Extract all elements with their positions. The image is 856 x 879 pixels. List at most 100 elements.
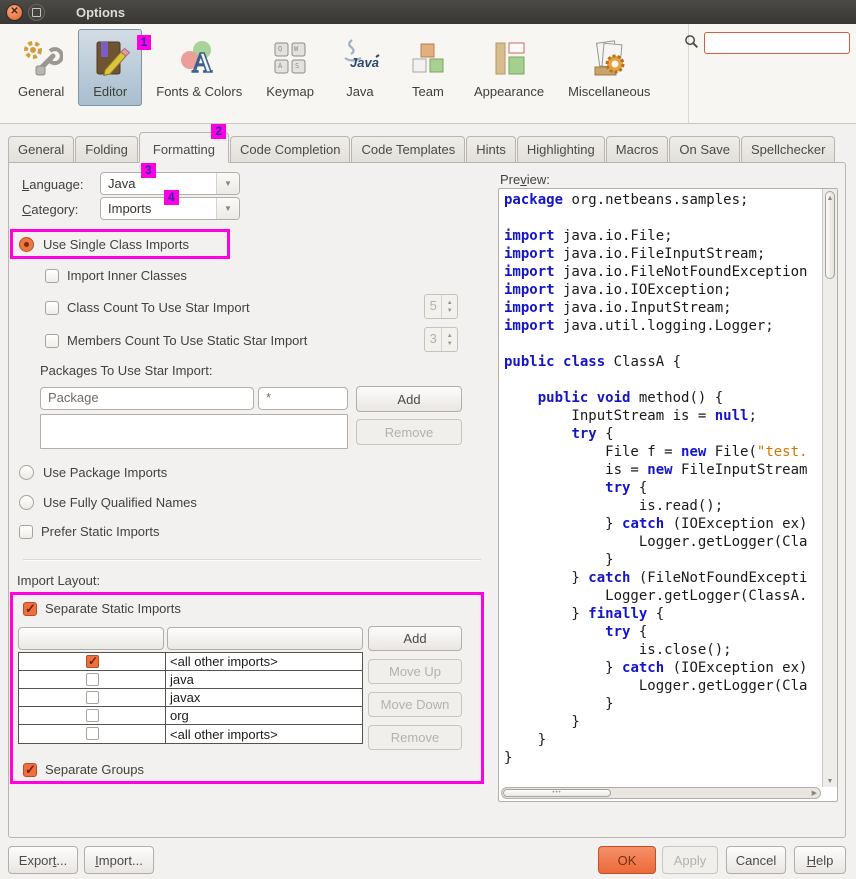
help-button[interactable]: Help <box>794 846 846 874</box>
prefer-static-imports-checkbox[interactable] <box>19 525 33 539</box>
code-line: import java.util.logging.Logger; <box>504 317 821 335</box>
code-line: import java.io.FileInputStream; <box>504 245 821 263</box>
table-row[interactable]: org <box>19 707 362 725</box>
preview-editor[interactable]: package org.netbeans.samples;import java… <box>498 188 838 802</box>
use-fully-qualified-names-radio[interactable] <box>19 495 34 510</box>
annotation-badge-1: 1 <box>137 35 152 50</box>
ok-button[interactable]: OK <box>598 846 656 874</box>
star-import-list[interactable] <box>40 414 348 449</box>
code-line: Logger.getLogger(Cla <box>504 677 821 695</box>
members-count-static-star-checkbox[interactable] <box>45 334 59 348</box>
code-line: import java.io.InputStream; <box>504 299 821 317</box>
use-single-class-imports-label: Use Single Class Imports <box>43 237 189 252</box>
spinner-arrows-icon[interactable]: ▲▼ <box>441 328 457 351</box>
members-count-static-star-label: Members Count To Use Static Star Import <box>67 333 307 348</box>
toolbar-item-label: Editor <box>93 84 127 99</box>
tab-code-templates[interactable]: Code Templates <box>351 136 465 162</box>
window-title: Options <box>76 5 125 20</box>
horizontal-scrollbar[interactable]: ••• ▶ <box>501 787 821 799</box>
row-static-checkbox[interactable] <box>86 727 99 740</box>
remove-layout-button[interactable]: Remove <box>368 725 462 750</box>
tab-label: Spellchecker <box>751 142 825 157</box>
separate-static-imports-checkbox[interactable] <box>23 602 37 616</box>
scroll-down-icon[interactable]: ▼ <box>823 778 837 785</box>
tab-folding[interactable]: Folding <box>75 136 138 162</box>
class-count-star-import-checkbox[interactable] <box>45 301 59 315</box>
add-layout-button[interactable]: Add <box>368 626 462 651</box>
tab-highlighting[interactable]: Highlighting <box>517 136 605 162</box>
toolbar-item-fonts-colors[interactable]: AFonts & Colors <box>146 29 252 106</box>
spinner-arrows-icon[interactable]: ▲▼ <box>441 295 457 318</box>
section-divider <box>23 559 481 561</box>
toolbar-item-miscellaneous[interactable]: Miscellaneous <box>558 29 660 106</box>
package-column-header[interactable]: Package <box>40 387 254 410</box>
import-button[interactable]: Import... <box>84 846 154 874</box>
static-column-header[interactable] <box>18 627 164 650</box>
export-button[interactable]: Export... <box>8 846 78 874</box>
table-row[interactable]: <all other imports> <box>19 653 362 671</box>
toolbar-item-java[interactable]: JavaJava <box>328 29 392 106</box>
close-icon[interactable]: ✕ <box>6 4 23 21</box>
category-toolbar: GeneralEditor1AFonts & ColorsQWASKeymapJ… <box>0 24 856 124</box>
code-line: is.read(); <box>504 497 821 515</box>
vertical-scrollbar-thumb[interactable]: ▲ <box>825 191 835 279</box>
tab-on-save[interactable]: On Save <box>669 136 740 162</box>
toolbar-item-editor[interactable]: Editor1 <box>78 29 142 106</box>
add-package-button[interactable]: Add <box>356 386 462 412</box>
class-count-spinner[interactable]: 5 ▲▼ <box>424 294 458 319</box>
class-count-star-import-label: Class Count To Use Star Import <box>67 300 250 315</box>
use-package-imports-radio[interactable] <box>19 465 34 480</box>
search-input[interactable] <box>704 32 850 54</box>
code-line: File f = new File("test. <box>504 443 821 461</box>
miscellaneous-icon <box>587 37 631 81</box>
separate-groups-checkbox[interactable] <box>23 763 37 777</box>
cancel-button[interactable]: Cancel <box>726 846 786 874</box>
horizontal-scrollbar-thumb[interactable]: ••• <box>503 789 611 797</box>
tab-code-completion[interactable]: Code Completion <box>230 136 350 162</box>
row-static-checkbox[interactable] <box>86 673 99 686</box>
import-layout-label: Import Layout: <box>17 573 100 588</box>
toolbar-item-keymap[interactable]: QWASKeymap <box>256 29 324 106</box>
tab-formatting[interactable]: Formatting2 <box>139 132 229 163</box>
toolbar-item-team[interactable]: Team <box>396 29 460 106</box>
code-line: public void method() { <box>504 389 821 407</box>
category-label: Category: <box>22 202 78 217</box>
separate-groups-label: Separate Groups <box>45 762 144 777</box>
apply-button[interactable]: Apply <box>662 846 718 874</box>
row-static-checkbox[interactable] <box>86 709 99 722</box>
tab-hints[interactable]: Hints <box>466 136 516 162</box>
static-cell <box>19 671 166 688</box>
static-cell <box>19 707 166 724</box>
scroll-right-icon[interactable]: ▶ <box>812 789 817 797</box>
members-count-spinner[interactable]: 3 ▲▼ <box>424 327 458 352</box>
restore-icon[interactable] <box>28 4 45 21</box>
tab-label: Folding <box>85 142 128 157</box>
toolbar-item-appearance[interactable]: Appearance <box>464 29 554 106</box>
code-line: try { <box>504 623 821 641</box>
table-row[interactable]: javax <box>19 689 362 707</box>
svg-text:A: A <box>192 48 213 79</box>
remove-package-button[interactable]: Remove <box>356 419 462 445</box>
move-up-button[interactable]: Move Up <box>368 659 462 684</box>
code-area[interactable]: package org.netbeans.samples;import java… <box>499 189 821 786</box>
row-static-checkbox[interactable] <box>86 655 99 668</box>
import-inner-classes-checkbox[interactable] <box>45 269 59 283</box>
formatting-panel: Language: Java ▼ 3 Category: Imports ▼ 4… <box>8 162 846 838</box>
editor-icon <box>88 37 132 81</box>
code-line: Logger.getLogger(Cla <box>504 533 821 551</box>
vertical-scrollbar[interactable]: ▲ ▼ <box>822 189 837 787</box>
toolbar-item-general[interactable]: General <box>8 29 74 106</box>
tab-label: Macros <box>616 142 659 157</box>
table-row[interactable]: <all other imports> <box>19 725 362 743</box>
tab-spellchecker[interactable]: Spellchecker <box>741 136 835 162</box>
row-static-checkbox[interactable] <box>86 691 99 704</box>
language-value: Java <box>101 174 216 193</box>
tab-general[interactable]: General <box>8 136 74 162</box>
tab-macros[interactable]: Macros <box>606 136 669 162</box>
star-column-header[interactable]: * <box>258 387 348 410</box>
package-layout-column-header[interactable] <box>167 627 363 650</box>
code-line: import java.io.File; <box>504 227 821 245</box>
move-down-button[interactable]: Move Down <box>368 692 462 717</box>
table-row[interactable]: java <box>19 671 362 689</box>
use-single-class-imports-radio[interactable] <box>19 237 34 252</box>
